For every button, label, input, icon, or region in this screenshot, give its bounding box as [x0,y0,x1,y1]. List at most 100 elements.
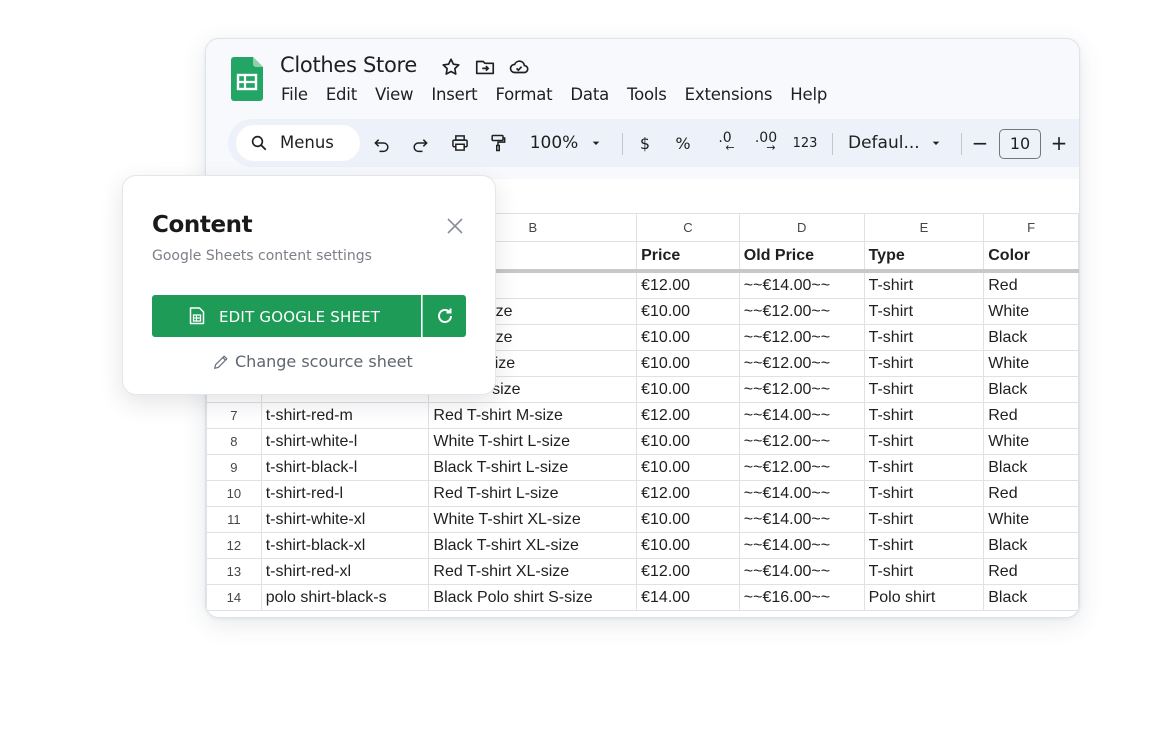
cell-e[interactable]: T-shirt [863,480,985,507]
cell-f[interactable]: White [983,350,1079,377]
google-sheets-logo[interactable] [231,57,263,101]
paint-format-button[interactable] [487,131,509,155]
search-menus-button[interactable]: Menus [236,125,360,161]
font-family-dropdown[interactable] [928,131,944,155]
row-number[interactable]: 9 [206,454,262,481]
cell-e[interactable]: T-shirt [863,376,985,403]
menu-view[interactable]: View [366,85,422,104]
redo-button[interactable] [409,131,431,155]
cell-b[interactable]: Black T-shirt L-size [428,454,638,481]
cell-e[interactable]: T-shirt [863,558,985,585]
column-header-c[interactable]: C [636,213,740,242]
cell-a[interactable]: t-shirt-black-l [260,454,430,481]
cell-e[interactable]: T-shirt [863,350,985,377]
cell-b[interactable]: Black T-shirt XL-size [428,532,638,559]
header-cell-color[interactable]: Color [983,241,1079,273]
cell-a[interactable]: t-shirt-red-xl [260,558,430,585]
cell-d[interactable]: ~~€14.00~~ [738,402,865,429]
cell-b[interactable]: White T-shirt XL-size [428,506,638,533]
zoom-dropdown[interactable] [588,131,604,155]
cell-c[interactable]: €10.00 [636,376,740,403]
menu-extensions[interactable]: Extensions [676,85,782,104]
column-header-e[interactable]: E [863,213,985,242]
cell-f[interactable]: Black [983,584,1079,611]
cell-c[interactable]: €10.00 [636,350,740,377]
cell-e[interactable]: T-shirt [863,532,985,559]
cell-c[interactable]: €10.00 [636,506,740,533]
close-icon[interactable] [445,216,465,236]
cell-d[interactable]: ~~€14.00~~ [738,480,865,507]
font-size-input[interactable]: 10 [999,129,1041,159]
cell-a[interactable]: polo shirt-black-s [260,584,430,611]
header-cell-price[interactable]: Price [636,241,740,273]
number-format-button[interactable]: 123 [792,131,818,155]
cell-c[interactable]: €12.00 [636,402,740,429]
cell-a[interactable]: t-shirt-red-l [260,480,430,507]
menu-help[interactable]: Help [781,85,836,104]
row-number[interactable]: 10 [206,480,262,507]
cell-c[interactable]: €10.00 [636,454,740,481]
cell-c[interactable]: €12.00 [636,270,740,299]
increase-decimal-button[interactable]: .00 → [752,131,780,155]
column-header-f[interactable]: F [983,213,1079,242]
star-icon[interactable] [440,56,462,78]
cell-e[interactable]: T-shirt [863,298,985,325]
cell-e[interactable]: T-shirt [863,454,985,481]
row-number[interactable]: 7 [206,402,262,429]
header-cell-old-price[interactable]: Old Price [738,241,865,273]
undo-button[interactable] [371,131,393,155]
cell-e[interactable]: T-shirt [863,402,985,429]
decrease-decimal-button[interactable]: .0 ← [712,131,738,155]
header-cell-type[interactable]: Type [863,241,985,273]
cell-a[interactable]: t-shirt-white-l [260,428,430,455]
cell-f[interactable]: Black [983,454,1079,481]
decrease-font-size-button[interactable]: − [971,131,989,155]
cell-c[interactable]: €10.00 [636,324,740,351]
cell-c[interactable]: €12.00 [636,480,740,507]
row-number[interactable]: 8 [206,428,262,455]
cell-b[interactable]: Red T-shirt M-size [428,402,638,429]
cell-d[interactable]: ~~€12.00~~ [738,324,865,351]
cell-a[interactable]: t-shirt-red-m [260,402,430,429]
column-header-d[interactable]: D [738,213,865,242]
cell-c[interactable]: €14.00 [636,584,740,611]
cell-f[interactable]: Red [983,480,1079,507]
print-button[interactable] [448,131,472,155]
font-family-select[interactable]: Defaul... [848,131,920,155]
row-number[interactable]: 11 [206,506,262,533]
percent-format-button[interactable]: % [674,131,692,155]
cell-d[interactable]: ~~€12.00~~ [738,376,865,403]
cell-f[interactable]: Red [983,402,1079,429]
cell-f[interactable]: White [983,298,1079,325]
cell-c[interactable]: €10.00 [636,428,740,455]
menu-insert[interactable]: Insert [422,85,486,104]
cell-c[interactable]: €10.00 [636,532,740,559]
cell-d[interactable]: ~~€12.00~~ [738,298,865,325]
zoom-value[interactable]: 100% [528,131,580,155]
document-title[interactable]: Clothes Store [280,53,417,77]
currency-format-button[interactable]: $ [636,131,654,155]
increase-font-size-button[interactable]: + [1050,131,1068,155]
cloud-icon[interactable] [508,56,530,78]
cell-d[interactable]: ~~€14.00~~ [738,558,865,585]
cell-d[interactable]: ~~€12.00~~ [738,350,865,377]
cell-f[interactable]: Black [983,376,1079,403]
cell-b[interactable]: Red T-shirt L-size [428,480,638,507]
cell-b[interactable]: White T-shirt L-size [428,428,638,455]
cell-c[interactable]: €10.00 [636,298,740,325]
row-number[interactable]: 13 [206,558,262,585]
cell-f[interactable]: Red [983,558,1079,585]
edit-google-sheet-button[interactable]: EDIT GOOGLE SHEET [152,295,421,337]
row-number[interactable]: 14 [206,584,262,611]
cell-e[interactable]: Polo shirt [863,584,985,611]
change-source-sheet-link[interactable]: Change scource sheet [212,352,413,371]
move-folder-icon[interactable] [474,56,496,78]
cell-e[interactable]: T-shirt [863,506,985,533]
cell-b[interactable]: Black Polo shirt S-size [428,584,638,611]
cell-e[interactable]: T-shirt [863,428,985,455]
cell-a[interactable]: t-shirt-black-xl [260,532,430,559]
menu-tools[interactable]: Tools [618,85,676,104]
menu-data[interactable]: Data [561,85,618,104]
cell-d[interactable]: ~~€16.00~~ [738,584,865,611]
cell-e[interactable]: T-shirt [863,324,985,351]
